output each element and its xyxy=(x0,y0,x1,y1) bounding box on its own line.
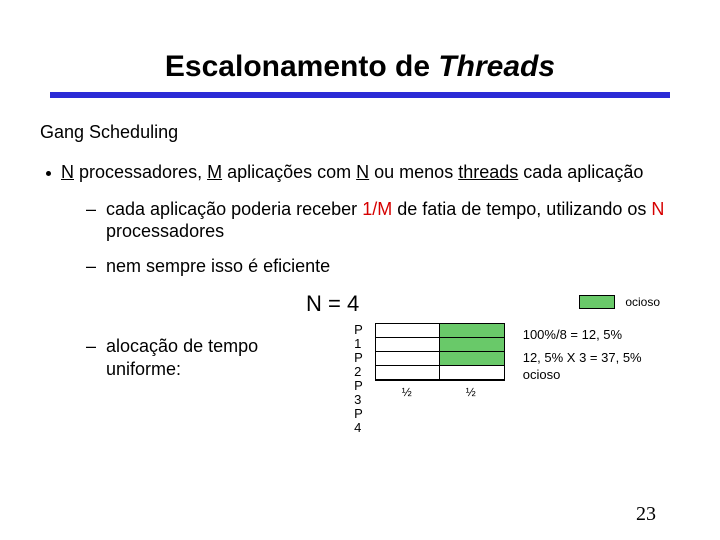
dash-icon: – xyxy=(86,255,96,278)
bullet-1: N processadores, M aplicações com N ou m… xyxy=(40,161,680,184)
dash-icon: – xyxy=(86,198,96,221)
calc-line-2: 12, 5% X 3 = 37, 5% ocioso xyxy=(523,350,680,384)
slide-title: Escalonamento de Threads xyxy=(40,50,680,84)
grid-column-labels: ½ ½ xyxy=(375,385,505,399)
subbullet-2: – nem sempre isso é eficiente xyxy=(86,255,680,278)
alloc-label: alocação de tempo uniforme: xyxy=(106,335,334,380)
sub1-d: N xyxy=(651,199,664,219)
subbullet-1-text: cada aplicação poderia receber 1/M de fa… xyxy=(106,198,680,243)
legend-swatch-icon xyxy=(579,295,615,309)
bullet-1-n: N xyxy=(61,162,74,182)
bullet-1-text: N processadores, M aplicações com N ou m… xyxy=(61,161,643,184)
grid-cell xyxy=(376,366,440,380)
grid-cell xyxy=(440,338,504,352)
bullet-1-n2: N xyxy=(356,162,369,182)
title-rule xyxy=(50,92,670,98)
bullet-1-m: M xyxy=(207,162,222,182)
calc-line-1: 100%/8 = 12, 5% xyxy=(523,327,680,344)
diagram: ocioso N = 4 – alocação de tempo uniform… xyxy=(86,291,680,435)
processor-labels: P 1 P 2 P 3 P 4 xyxy=(354,323,371,435)
bullet-1-t2: aplicações com xyxy=(222,162,356,182)
title-emph: Threads xyxy=(438,50,555,83)
sub1-a: cada aplicação poderia receber xyxy=(106,199,362,219)
bullet-dot-icon xyxy=(46,171,51,176)
bullet-1-t3: ou menos xyxy=(369,162,458,182)
sub1-e: processadores xyxy=(106,221,224,241)
grid-cell xyxy=(376,338,440,352)
proc-label: P 2 xyxy=(354,351,371,379)
section-heading: Gang Scheduling xyxy=(40,122,680,143)
sub1-b: 1/M xyxy=(362,199,392,219)
grid-wrap: P 1 P 2 P 3 P 4 ½ ½ xyxy=(354,323,505,435)
grid-cell xyxy=(440,352,504,366)
dash-icon: – xyxy=(86,335,96,358)
bullet-1-t4: cada aplicação xyxy=(518,162,643,182)
half-label: ½ xyxy=(439,385,503,399)
grid-cell xyxy=(376,324,440,338)
legend: ocioso xyxy=(579,295,660,309)
subbullet-2-text: nem sempre isso é eficiente xyxy=(106,255,330,278)
half-label: ½ xyxy=(375,385,439,399)
proc-label: P 1 xyxy=(354,323,371,351)
legend-label: ocioso xyxy=(625,295,660,309)
grid-cell xyxy=(440,324,504,338)
page-number: 23 xyxy=(636,503,656,526)
bullet-1-t1: processadores, xyxy=(74,162,207,182)
proc-label: P 3 xyxy=(354,379,371,407)
proc-label: P 4 xyxy=(354,407,371,435)
title-main: Escalonamento de xyxy=(165,50,438,83)
grid-cell xyxy=(376,352,440,366)
grid-cell xyxy=(440,366,504,380)
sub1-c: de fatia de tempo, utilizando os xyxy=(392,199,651,219)
calc-block: 100%/8 = 12, 5% 12, 5% X 3 = 37, 5% ocio… xyxy=(523,327,680,384)
subbullet-1: – cada aplicação poderia receber 1/M de … xyxy=(86,198,680,243)
schedule-grid xyxy=(375,323,505,381)
bullet-1-threads: threads xyxy=(458,162,518,182)
